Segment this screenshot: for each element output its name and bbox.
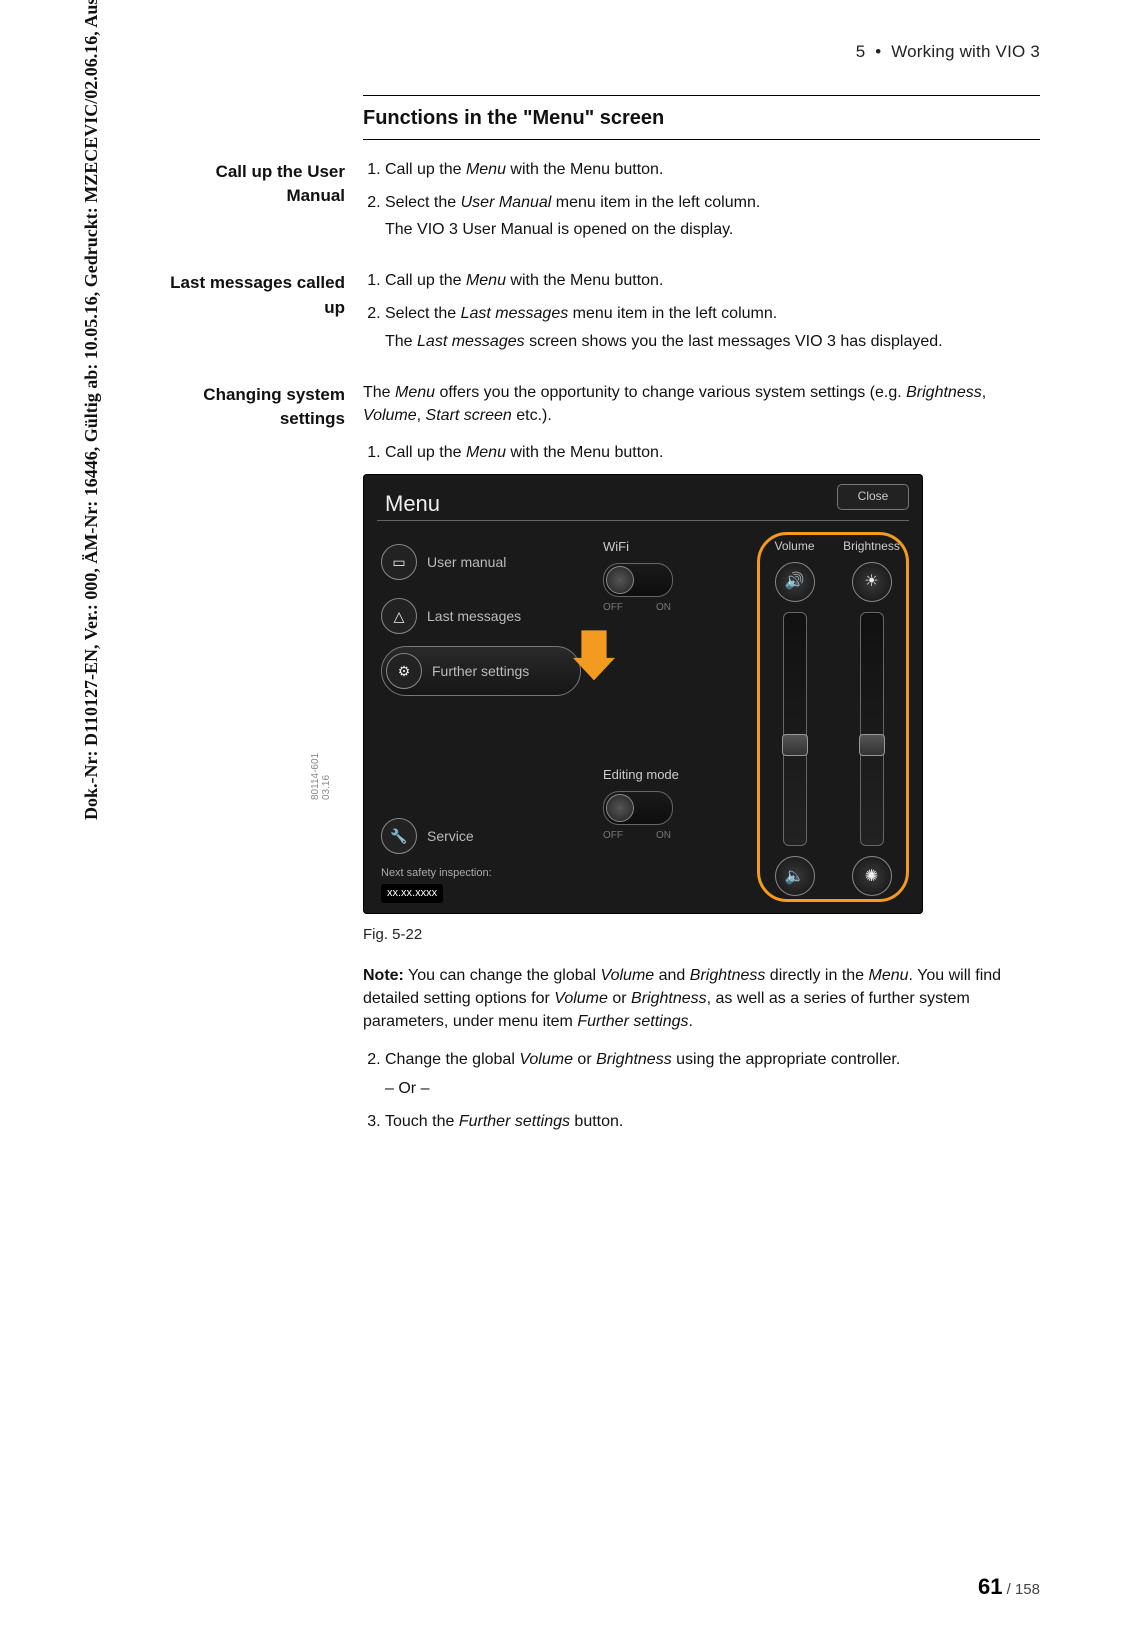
brightness-label: Brightness [843,538,900,555]
side-heading-last-messages: Last messages called up [155,269,363,320]
step: Change the global Volume or Brightness u… [385,1048,1040,1100]
doc-part-number: 80114-601 03.16 [310,753,332,800]
steps-user-manual: Call up the Menu with the Menu button. S… [363,158,1040,242]
slider-knob [859,734,885,756]
note-paragraph: Note: You can change the global Volume a… [363,964,1040,1034]
block-last-messages: Last messages called up Call up the Menu… [363,269,1040,363]
page: 5 • Working with VIO 3 Dok.-Nr: D110127-… [0,0,1148,1643]
menu-item-list: ▭ User manual △ Last messages ⚙ Further … [381,538,581,903]
volume-label: Volume [774,538,814,555]
book-icon: ▭ [381,544,417,580]
slider-knob [782,734,808,756]
rule-under-title [363,139,1040,140]
step: Touch the Further settings button. [385,1110,1040,1133]
bullet-icon: • [875,42,881,61]
close-button[interactable]: Close [837,484,909,510]
menu-screenshot: Menu Close ▭ User manual △ Last messages [363,474,923,914]
steps-system-settings: Call up the Menu with the Menu button. [363,441,1040,464]
rule-top [363,95,1040,96]
figure-caption: Fig. 5-22 [363,924,1040,946]
content-area: Functions in the "Menu" screen Call up t… [363,95,1040,1144]
wifi-label: WiFi [603,538,733,557]
intro-paragraph: The Menu offers you the opportunity to c… [363,381,1040,427]
step: Call up the Menu with the Menu button. [385,441,1040,464]
page-number: 61 / 158 [978,1571,1040,1603]
editing-mode-label: Editing mode [603,766,733,785]
wrench-icon: 🔧 [381,818,417,854]
slider-panel: Volume 🔊 🔈 Brightness ☀ [761,538,905,896]
steps-last-messages: Call up the Menu with the Menu button. S… [363,269,1040,353]
wifi-toggle[interactable] [603,563,673,597]
side-heading-user-manual: Call up the User Manual [155,158,363,209]
toggle-column: WiFi OFF ON Editing mode [603,538,733,843]
toggle-knob [606,566,634,594]
step: Select the User Manual menu item in the … [385,191,1040,241]
side-heading-system-settings: Changing system settings [155,381,363,432]
steps-system-settings-cont: Change the global Volume or Brightness u… [363,1048,1040,1134]
section-title: Functions in the "Menu" screen [363,104,1040,133]
gear-icon: ⚙ [386,653,422,689]
volume-slider[interactable] [783,612,807,847]
volume-down-button[interactable]: 🔈 [775,856,815,896]
step: Call up the Menu with the Menu button. [385,158,1040,181]
menu-item-last-messages[interactable]: △ Last messages [381,592,581,640]
step: Call up the Menu with the Menu button. [385,269,1040,292]
warning-icon: △ [381,598,417,634]
menu-item-user-manual[interactable]: ▭ User manual [381,538,581,586]
step: Select the Last messages menu item in th… [385,302,1040,352]
divider [377,520,909,521]
doc-id-vertical: Dok.-Nr: D110127-EN, Ver.: 000, ÄM-Nr: 1… [78,0,104,820]
brightness-slider[interactable] [860,612,884,847]
block-system-settings: Changing system settings The Menu offers… [363,381,1040,1143]
editing-mode-toggle[interactable] [603,791,673,825]
or-divider: – Or – [385,1077,1040,1100]
chapter-title: Working with VIO 3 [891,42,1040,61]
running-head: 5 • Working with VIO 3 [155,40,1040,65]
brightness-column: Brightness ☀ ✺ [838,538,905,896]
volume-column: Volume 🔊 🔈 [761,538,828,896]
chapter-number: 5 [856,42,866,61]
menu-title: Menu [385,488,440,520]
next-inspection: Next safety inspection: xx.xx.xxxx [381,866,581,903]
brightness-down-button[interactable]: ✺ [852,856,892,896]
volume-up-button[interactable]: 🔊 [775,562,815,602]
note-label: Note: [363,967,404,984]
menu-item-service[interactable]: 🔧 Service [381,812,581,860]
brightness-up-button[interactable]: ☀ [852,562,892,602]
menu-item-further-settings[interactable]: ⚙ Further settings [381,646,581,696]
toggle-knob [606,794,634,822]
block-user-manual: Call up the User Manual Call up the Menu… [363,158,1040,252]
